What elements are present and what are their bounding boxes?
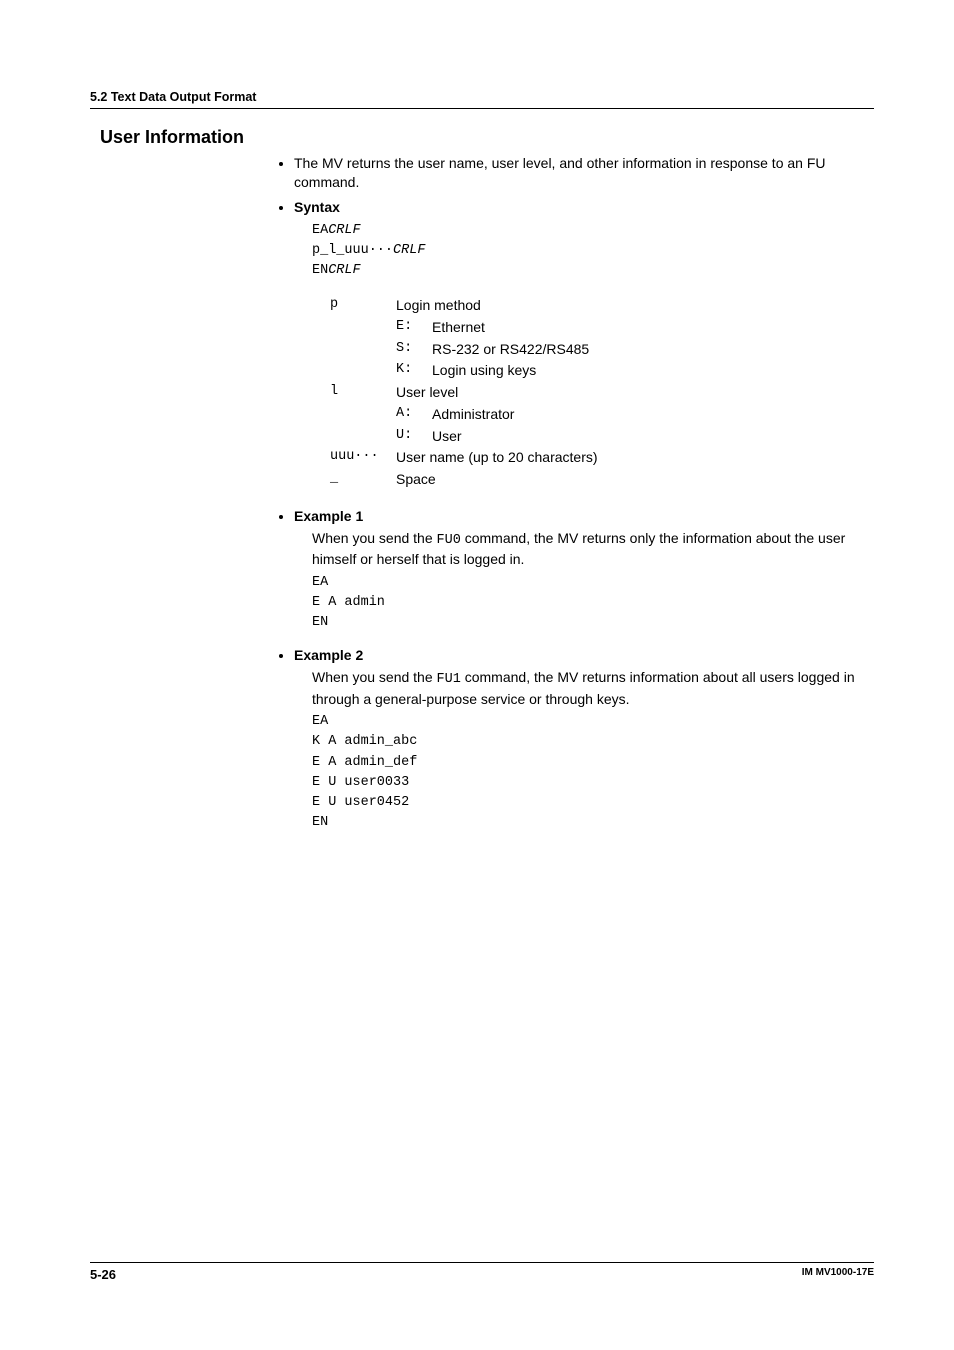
page-section-header: 5.2 Text Data Output Format [90,90,874,109]
param-l: l User level [330,382,874,404]
intro-list: The MV returns the user name, user level… [280,154,874,834]
page-number: 5-26 [90,1267,116,1282]
example2-text: When you send the FU1 command, the MV re… [312,668,874,709]
ex2-line-5: EN [312,813,874,833]
param-list: p Login method E:Ethernet S:RS-232 or RS… [330,295,874,490]
param-l-u: U:User [396,426,874,448]
param-p-k: K:Login using keys [396,360,874,382]
ex1-line-2: EN [312,613,874,633]
ex2-line-0: EA [312,712,874,732]
syntax-line-1: EACRLF [312,221,874,241]
syntax-line-3: ENCRLF [312,261,874,281]
ex1-line-1: E A admin [312,593,874,613]
param-l-a: A:Administrator [396,404,874,426]
param-p-e: E:Ethernet [396,317,874,339]
ex2-line-4: E U user0452 [312,793,874,813]
param-space: _ Space [330,469,874,491]
example2-item: Example 2 When you send the FU1 command,… [294,646,874,834]
example1-heading: Example 1 [294,508,363,524]
syntax-heading: Syntax [294,199,340,215]
example1-text: When you send the FU0 command, the MV re… [312,529,874,570]
example1-item: Example 1 When you send the FU0 command,… [294,507,874,634]
syntax-item: Syntax EACRLF p_l_uuu···CRLF ENCRLF p Lo… [294,198,874,491]
ex2-line-3: E U user0033 [312,773,874,793]
ex1-line-0: EA [312,573,874,593]
section-title: User Information [100,127,874,148]
param-p-s: S:RS-232 or RS422/RS485 [396,339,874,361]
example2-heading: Example 2 [294,647,363,663]
intro-bullet: The MV returns the user name, user level… [294,154,874,192]
ex2-line-1: K A admin_abc [312,732,874,752]
ex2-line-2: E A admin_def [312,753,874,773]
page-footer: 5-26 IM MV1000-17E [90,1262,874,1282]
param-p: p Login method [330,295,874,317]
syntax-line-2: p_l_uuu···CRLF [312,241,874,261]
doc-id: IM MV1000-17E [802,1267,874,1282]
param-uuu: uuu··· User name (up to 20 characters) [330,447,874,469]
